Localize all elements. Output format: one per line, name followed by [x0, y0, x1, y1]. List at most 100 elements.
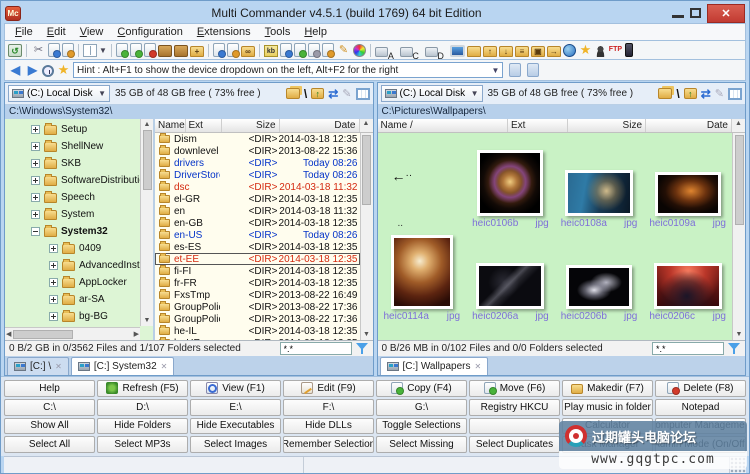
select-images-button[interactable]: Select Images	[190, 436, 281, 453]
goto-root-icon[interactable]: \	[676, 87, 679, 101]
goto-c-button[interactable]: C:\	[4, 399, 95, 416]
tree-vertical-scrollbar[interactable]: ▲▼	[140, 119, 153, 326]
tab-c-root[interactable]: [C:] \✕	[7, 357, 69, 375]
calc-size-icon[interactable]: kb	[264, 45, 278, 57]
file-row[interactable]: downlevel<DIR>2013-08-22 15:36	[155, 145, 360, 157]
file-row[interactable]: GroupPolicy<DIR>2013-08-22 17:36	[155, 301, 360, 313]
expand-icon[interactable]	[49, 312, 58, 321]
user-session-icon[interactable]	[595, 46, 606, 57]
folder-up-icon[interactable]: ↑	[483, 46, 497, 57]
new-folder-icon[interactable]: +	[190, 46, 204, 57]
tree-item[interactable]: AdvancedInstallers	[5, 257, 139, 274]
file-row[interactable]: fi-FI<DIR>2014-03-18 12:35	[155, 265, 360, 277]
menu-edit[interactable]: Edit	[41, 25, 72, 39]
folder-pack-icon[interactable]: ▣	[531, 46, 545, 57]
folder-tree-toggle-icon[interactable]	[286, 88, 300, 99]
thumbnail-item[interactable]	[555, 322, 644, 340]
network-icon[interactable]	[563, 44, 576, 57]
remember-selection-button[interactable]: Remember Selection	[283, 436, 374, 453]
close-tab-icon[interactable]: ✕	[474, 362, 481, 371]
refresh-icon[interactable]: ⇄	[701, 87, 711, 101]
menu-view[interactable]: View	[74, 25, 110, 39]
file-row[interactable]: en<DIR>2014-03-18 11:32	[155, 205, 360, 217]
edit-file-icon[interactable]	[227, 43, 239, 57]
move-button[interactable]: Move (F6)	[469, 380, 560, 397]
cut-icon[interactable]: ✂	[31, 43, 46, 57]
tree-item[interactable]: System	[5, 206, 139, 223]
settings-icon[interactable]: ↺	[8, 44, 22, 57]
delete-button[interactable]: Delete (F8)	[655, 380, 746, 397]
device-icon[interactable]	[625, 43, 633, 57]
view-columns-icon[interactable]	[356, 88, 370, 100]
copy-button[interactable]: Copy (F4)	[376, 380, 467, 397]
folder-go-icon[interactable]: →	[547, 46, 561, 57]
expand-icon[interactable]	[31, 210, 40, 219]
tree-horizontal-scrollbar[interactable]: ◀▶	[5, 327, 140, 340]
goto-d-button[interactable]: D:\	[97, 399, 188, 416]
select-tool-icon[interactable]: ✎	[342, 87, 351, 101]
thumbnail-item[interactable]	[643, 322, 732, 340]
thumbnail-item[interactable]: heic0108ajpg	[555, 133, 644, 229]
tab-system32[interactable]: [C:] System32✕	[71, 357, 175, 375]
pack-icon[interactable]	[158, 45, 172, 57]
drive-d-icon[interactable]: D	[425, 47, 438, 57]
ftp-icon[interactable]: FTP	[608, 43, 623, 57]
menu-file[interactable]: File	[9, 25, 39, 39]
command-line-field[interactable]: ▼	[73, 62, 503, 78]
goto-f-button[interactable]: F:\	[283, 399, 374, 416]
file-row[interactable]: GroupPolicyUsers<DIR>2013-08-22 17:36	[155, 313, 360, 325]
expand-icon[interactable]	[31, 125, 40, 134]
folder-up-icon[interactable]: ↑	[311, 88, 324, 99]
view-file-icon[interactable]	[213, 43, 225, 57]
minimize-button[interactable]	[672, 15, 684, 18]
right-filter-input[interactable]	[652, 342, 724, 355]
tree-item[interactable]: ShellNew	[5, 138, 139, 155]
drive-a-icon[interactable]: A	[375, 47, 388, 57]
tree-item[interactable]: 0409	[5, 240, 139, 257]
forward-icon[interactable]: ▶	[25, 63, 40, 77]
tree-item[interactable]: AppLocker	[5, 274, 139, 291]
file-checksum-icon[interactable]	[280, 43, 292, 57]
maximize-button[interactable]	[690, 8, 701, 18]
view-button[interactable]: View (F1)	[190, 380, 281, 397]
filter-funnel-icon[interactable]	[728, 343, 741, 355]
show-all-button[interactable]: Show All	[4, 418, 95, 435]
expand-icon[interactable]	[31, 176, 40, 185]
delete-file-icon[interactable]	[144, 43, 156, 57]
select-mp3s-button[interactable]: Select MP3s	[97, 436, 188, 453]
notepad-button[interactable]: Notepad	[655, 399, 746, 416]
expand-icon[interactable]	[49, 244, 58, 253]
column-size[interactable]: Size	[222, 119, 280, 132]
file-attrib-icon[interactable]	[294, 43, 306, 57]
thumbnail-item[interactable]	[378, 322, 467, 340]
expand-icon[interactable]	[31, 193, 40, 202]
expand-icon[interactable]	[49, 261, 58, 270]
file-row[interactable]: Dism<DIR>2014-03-18 12:35	[155, 133, 360, 145]
multi-rename-icon[interactable]: ✎	[336, 43, 351, 57]
registry-hkcu-button[interactable]: Registry HKCU	[469, 399, 560, 416]
hide-dlls-button[interactable]: Hide DLLs	[283, 418, 374, 435]
back-icon[interactable]: ◀	[8, 63, 23, 77]
select-missing-button[interactable]: Select Missing	[376, 436, 467, 453]
search-icon[interactable]: ∞	[241, 46, 255, 57]
makedir-button[interactable]: Makedir (F7)	[562, 380, 653, 397]
tree-item[interactable]: SoftwareDistribution	[5, 172, 139, 189]
copy-icon[interactable]	[48, 43, 60, 57]
goto-g-button[interactable]: G:\	[376, 399, 467, 416]
column-name[interactable]: Name /	[378, 119, 509, 132]
hide-executables-button[interactable]: Hide Executables	[190, 418, 281, 435]
thumbnail-item[interactable]: heic0206bjpg	[555, 229, 644, 322]
scroll-up-icon[interactable]: ▲	[732, 119, 745, 132]
save-layout-icon[interactable]	[527, 63, 539, 77]
column-size[interactable]: Size	[568, 119, 646, 132]
thumbnail-item[interactable]: heic0106bjpg	[466, 133, 555, 229]
goto-root-icon[interactable]: \	[304, 87, 307, 101]
thumbnail-item[interactable]: heic0109ajpg	[643, 133, 732, 229]
left-filter-input[interactable]	[280, 342, 352, 355]
goto-e-button[interactable]: E:\	[190, 399, 281, 416]
help-button[interactable]: Help	[4, 380, 95, 397]
folder-icon[interactable]	[467, 46, 481, 57]
file-row[interactable]: drivers<DIR>Today 08:26	[155, 157, 360, 169]
tree-item[interactable]: bg-BG	[5, 308, 139, 325]
thumbnail-item[interactable]: heic0114ajpg	[378, 229, 467, 322]
